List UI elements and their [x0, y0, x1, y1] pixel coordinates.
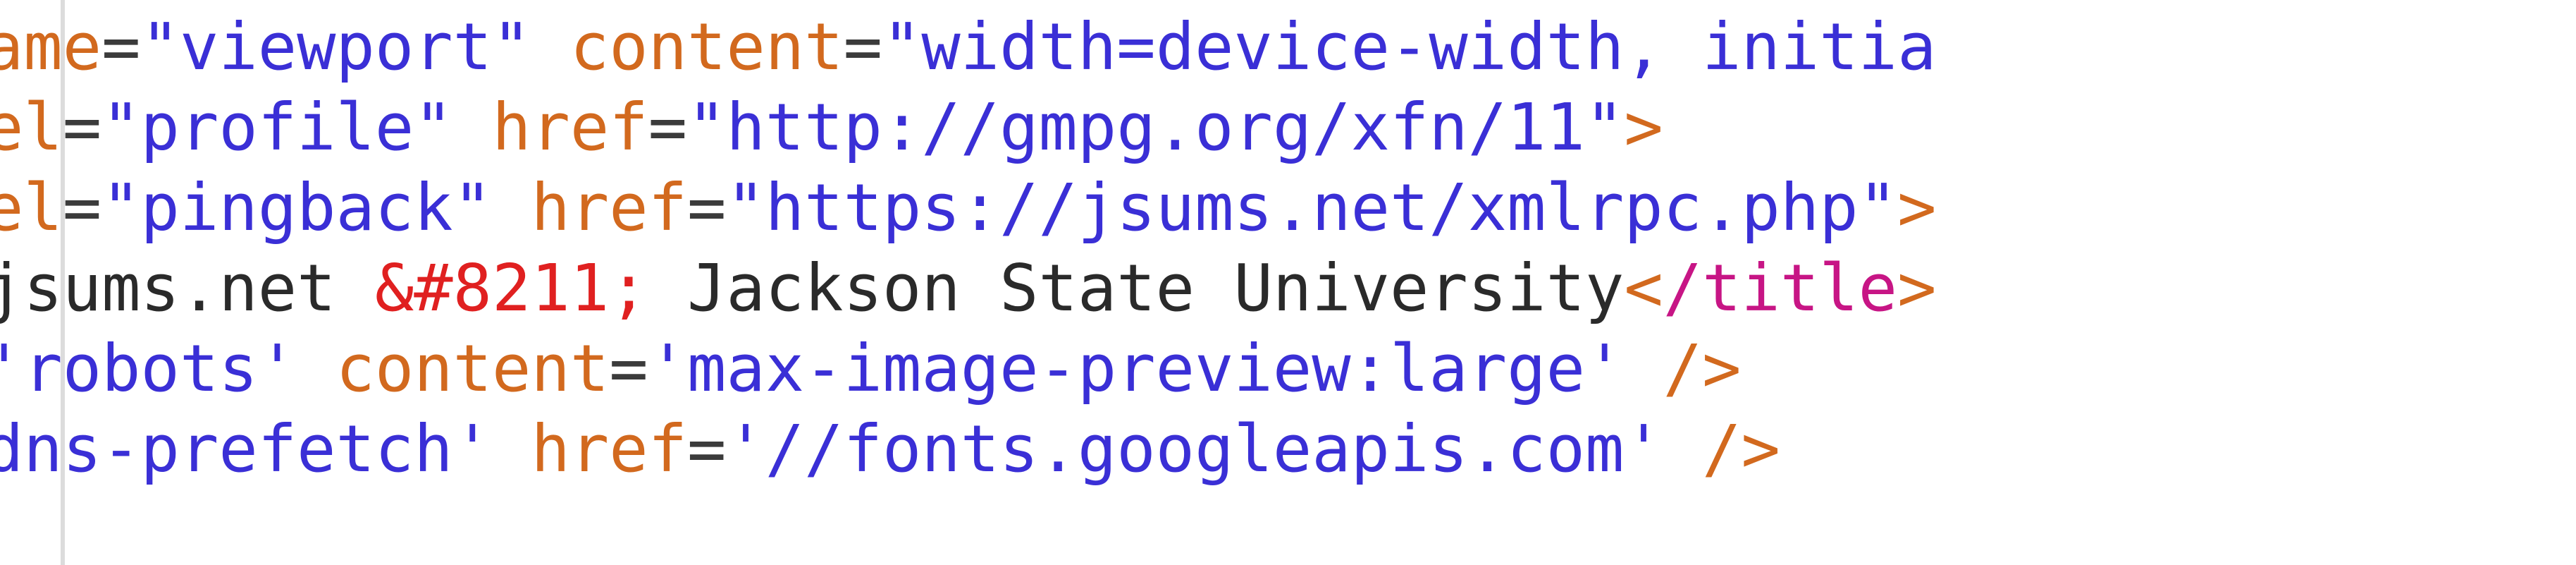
code-line[interactable]: el="profile" href="http://gmpg.org/xfn/1… — [0, 87, 1936, 168]
code-token-punct: > — [531, 0, 569, 4]
code-token-string: '//fonts.googleapis.com' — [726, 411, 1663, 487]
code-viewport[interactable]: harset="UTF-8">ame="viewport" content="w… — [0, 0, 2576, 565]
code-token-attr: href — [531, 170, 688, 245]
code-token-punct: > — [1897, 250, 1937, 326]
code-token-punct: /> — [1702, 411, 1780, 487]
code-token-punct: < — [1624, 250, 1663, 326]
code-token-string: "profile" — [101, 90, 453, 165]
code-token-attr: content — [569, 9, 844, 85]
code-token-op: = — [843, 9, 882, 85]
code-token-attr: el — [0, 90, 63, 165]
code-line[interactable]: ame="viewport" content="width=device-wid… — [0, 7, 1936, 87]
indent-guide-line — [61, 0, 65, 565]
code-token-op: = — [101, 9, 141, 85]
code-token-attr: el — [0, 170, 63, 245]
code-token-string: 'max-image-preview:large' — [648, 331, 1625, 406]
code-token-punct: > — [1624, 90, 1663, 165]
code-token-tag: /title — [1663, 250, 1898, 326]
code-token-op: = — [218, 0, 257, 4]
code-token-string: 'robots' — [0, 331, 297, 406]
code-token-op: = — [62, 170, 102, 245]
code-token-entity: &#8211; — [374, 250, 648, 326]
code-token-text: Jackson State University — [648, 250, 1625, 326]
code-line[interactable]: 'robots' content='max-image-preview:larg… — [0, 329, 1936, 409]
code-line[interactable]: dns-prefetch' href='//fonts.googleapis.c… — [0, 409, 1936, 490]
code-token-op: = — [609, 331, 648, 406]
code-token-string: "viewport" — [140, 9, 531, 85]
code-token-string: dns-prefetch' — [0, 411, 493, 487]
code-token-string: "width=device-width, initia — [882, 9, 1937, 85]
code-token-attr: ame — [0, 9, 102, 85]
code-line[interactable]: jsums.net &#8211; Jackson State Universi… — [0, 248, 1936, 329]
code-token-text: jsums.net — [0, 250, 375, 326]
code-token-string: "UTF-8" — [258, 0, 531, 4]
code-token-string: "http://gmpg.org/xfn/11" — [687, 90, 1625, 165]
code-line[interactable]: el="pingback" href="https://jsums.net/xm… — [0, 168, 1936, 248]
code-token-attr: href — [492, 90, 648, 165]
code-token-op: = — [687, 170, 727, 245]
code-token-op: = — [648, 90, 688, 165]
code-token-attr: href — [531, 411, 688, 487]
code-token-punct: /> — [1663, 331, 1742, 406]
code-line[interactable]: harset="UTF-8"> — [0, 0, 1936, 7]
code-token-string: "https://jsums.net/xmlrpc.php" — [726, 170, 1898, 245]
code-token-op: = — [62, 90, 102, 165]
code-lines-container: harset="UTF-8">ame="viewport" content="w… — [0, 0, 1936, 490]
code-token-op: = — [687, 411, 727, 487]
code-token-attr: content — [335, 331, 610, 406]
code-token-string: "pingback" — [101, 170, 493, 245]
code-token-punct: > — [1897, 170, 1937, 245]
code-token-attr: harset — [0, 0, 218, 4]
